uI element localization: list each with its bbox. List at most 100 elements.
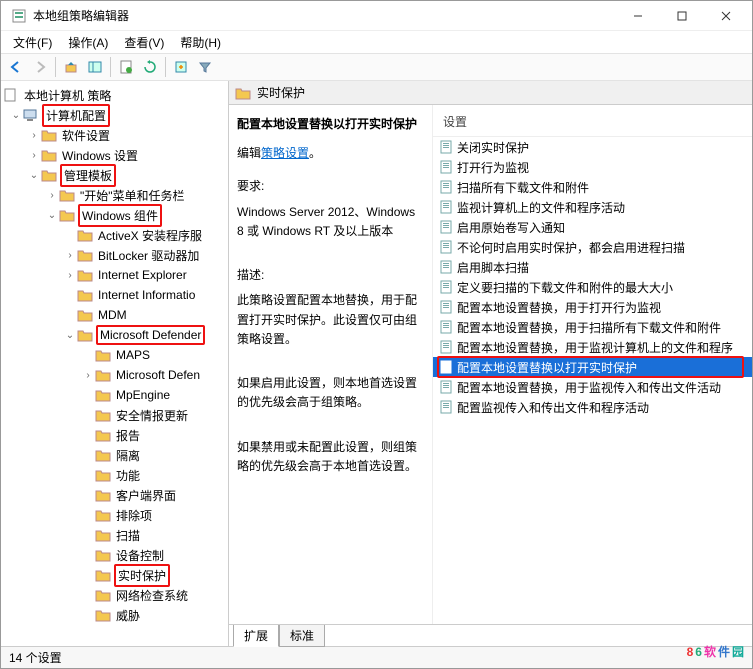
tree-admin-templates[interactable]: ⌄管理模板 xyxy=(1,165,228,185)
forward-button[interactable] xyxy=(29,56,51,78)
tree-activex[interactable]: ActiveX 安装程序服 xyxy=(1,225,228,245)
show-hide-tree-button[interactable] xyxy=(84,56,106,78)
setting-item[interactable]: 定义要扫描的下载文件和附件的最大大小 xyxy=(433,277,752,297)
menu-view[interactable]: 查看(V) xyxy=(118,32,170,53)
tab-standard[interactable]: 标准 xyxy=(279,625,325,647)
minimize-button[interactable] xyxy=(616,2,660,30)
up-button[interactable] xyxy=(60,56,82,78)
tab-extended[interactable]: 扩展 xyxy=(233,625,279,647)
expand-icon[interactable]: › xyxy=(81,370,95,381)
tree-client-ui[interactable]: 客户端界面 xyxy=(1,485,228,505)
setting-item[interactable]: 配置本地设置替换，用于扫描所有下载文件和附件 xyxy=(433,317,752,337)
content-title: 实时保护 xyxy=(257,84,305,101)
settings-list[interactable]: 设置 关闭实时保护打开行为监视扫描所有下载文件和附件监视计算机上的文件和程序活动… xyxy=(433,105,752,624)
content-header: 实时保护 xyxy=(229,81,752,105)
tree-bitlocker[interactable]: ›BitLocker 驱动器加 xyxy=(1,245,228,265)
tree-windows-settings[interactable]: ›Windows 设置 xyxy=(1,145,228,165)
collapse-icon[interactable]: ⌄ xyxy=(9,110,23,121)
properties-button[interactable] xyxy=(115,56,137,78)
expand-icon[interactable]: › xyxy=(27,130,41,141)
maximize-button[interactable] xyxy=(660,2,704,30)
tree-device-control[interactable]: 设备控制 xyxy=(1,545,228,565)
setting-item-label: 配置本地设置替换以打开实时保护 xyxy=(457,359,637,376)
tree-mdm[interactable]: MDM xyxy=(1,305,228,325)
tree-ie[interactable]: › Internet Explorer xyxy=(1,265,228,285)
tree-mpengine[interactable]: MpEngine xyxy=(1,385,228,405)
tree-root[interactable]: 本地计算机 策略 xyxy=(1,85,228,105)
description-text-3: 如果禁用或未配置此设置，则组策略的优先级会高于本地首选设置。 xyxy=(237,438,424,476)
tree-label: Internet Explorer xyxy=(96,267,189,283)
tree-label: 计算机配置 xyxy=(42,104,110,127)
export-button[interactable] xyxy=(170,56,192,78)
setting-item-label: 关闭实时保护 xyxy=(457,139,529,156)
folder-icon xyxy=(77,268,93,282)
setting-item-label: 不论何时启用实时保护，都会启用进程扫描 xyxy=(457,239,685,256)
folder-icon xyxy=(95,468,111,482)
filter-button[interactable] xyxy=(194,56,216,78)
setting-item-label: 配置本地设置替换，用于扫描所有下载文件和附件 xyxy=(457,319,721,336)
tree-label: 功能 xyxy=(114,466,142,485)
tree-security-update[interactable]: 安全情报更新 xyxy=(1,405,228,425)
collapse-icon[interactable]: ⌄ xyxy=(45,210,59,221)
tree-quarantine[interactable]: 隔离 xyxy=(1,445,228,465)
setting-item-label: 启用原始卷写入通知 xyxy=(457,219,565,236)
tree-threats[interactable]: 威胁 xyxy=(1,605,228,625)
expand-icon[interactable]: › xyxy=(63,250,77,261)
tree-label: 设备控制 xyxy=(114,546,166,565)
setting-item-label: 打开行为监视 xyxy=(457,159,529,176)
tree-windows-components[interactable]: ⌄Windows 组件 xyxy=(1,205,228,225)
tree-scan[interactable]: 扫描 xyxy=(1,525,228,545)
setting-item[interactable]: 关闭实时保护 xyxy=(433,137,752,157)
setting-item[interactable]: 配置本地设置替换，用于监视传入和传出文件活动 xyxy=(433,377,752,397)
setting-item[interactable]: 配置监视传入和传出文件和程序活动 xyxy=(433,397,752,417)
setting-item[interactable]: 启用原始卷写入通知 xyxy=(433,217,752,237)
setting-item[interactable]: 启用脚本扫描 xyxy=(433,257,752,277)
tree-maps[interactable]: MAPS xyxy=(1,345,228,365)
expand-icon[interactable]: › xyxy=(45,190,59,201)
tree-network-inspect[interactable]: 网络检查系统 xyxy=(1,585,228,605)
close-button[interactable] xyxy=(704,2,748,30)
tree-start-taskbar[interactable]: ›"开始"菜单和任务栏 xyxy=(1,185,228,205)
tree-msdefender[interactable]: › Microsoft Defen xyxy=(1,365,228,385)
tree-exclusions[interactable]: 排除项 xyxy=(1,505,228,525)
tree-pane[interactable]: 本地计算机 策略 ⌄计算机配置 ›软件设置 ›Windows 设置 ⌄管理模板 … xyxy=(1,81,229,646)
back-button[interactable] xyxy=(5,56,27,78)
column-header-setting[interactable]: 设置 xyxy=(433,109,752,137)
refresh-button[interactable] xyxy=(139,56,161,78)
setting-item[interactable]: 配置本地设置替换，用于监视计算机上的文件和程序 xyxy=(433,337,752,357)
folder-icon xyxy=(77,288,93,302)
setting-item-label: 监视计算机上的文件和程序活动 xyxy=(457,199,625,216)
expand-icon[interactable]: › xyxy=(27,150,41,161)
policy-item-icon xyxy=(439,280,453,294)
toolbar-separator xyxy=(110,57,111,77)
view-tabs: 扩展 标准 xyxy=(229,624,752,646)
setting-item[interactable]: 扫描所有下载文件和附件 xyxy=(433,177,752,197)
tree-realtime[interactable]: 实时保护 xyxy=(1,565,228,585)
setting-item[interactable]: 不论何时启用实时保护，都会启用进程扫描 xyxy=(433,237,752,257)
edit-policy-link[interactable]: 策略设置 xyxy=(261,146,309,160)
expand-icon[interactable]: › xyxy=(63,270,77,281)
policy-item-icon xyxy=(439,260,453,274)
tree-iis[interactable]: Internet Informatio xyxy=(1,285,228,305)
setting-item[interactable]: 监视计算机上的文件和程序活动 xyxy=(433,197,752,217)
tree-report[interactable]: 报告 xyxy=(1,425,228,445)
tree-label: Microsoft Defen xyxy=(114,367,202,383)
policy-item-icon xyxy=(439,160,453,174)
setting-item[interactable]: 打开行为监视 xyxy=(433,157,752,177)
window-title: 本地组策略编辑器 xyxy=(33,7,616,24)
setting-item[interactable]: 配置本地设置替换，用于打开行为监视 xyxy=(433,297,752,317)
folder-icon xyxy=(77,308,93,322)
tree-computer-config[interactable]: ⌄ 计算机配置 xyxy=(1,105,228,125)
menu-action[interactable]: 操作(A) xyxy=(62,32,114,53)
tree-features[interactable]: 功能 xyxy=(1,465,228,485)
collapse-icon[interactable]: ⌄ xyxy=(63,330,77,341)
collapse-icon[interactable]: ⌄ xyxy=(27,170,41,181)
tree-defender[interactable]: ⌄Microsoft Defender xyxy=(1,325,228,345)
menu-help[interactable]: 帮助(H) xyxy=(174,32,227,53)
tree-label: 本地计算机 策略 xyxy=(22,86,113,105)
setting-item-label: 配置监视传入和传出文件和程序活动 xyxy=(457,399,649,416)
tree-software[interactable]: ›软件设置 xyxy=(1,125,228,145)
setting-item[interactable]: 配置本地设置替换以打开实时保护 xyxy=(433,357,752,377)
menu-file[interactable]: 文件(F) xyxy=(7,32,58,53)
folder-icon xyxy=(95,508,111,522)
